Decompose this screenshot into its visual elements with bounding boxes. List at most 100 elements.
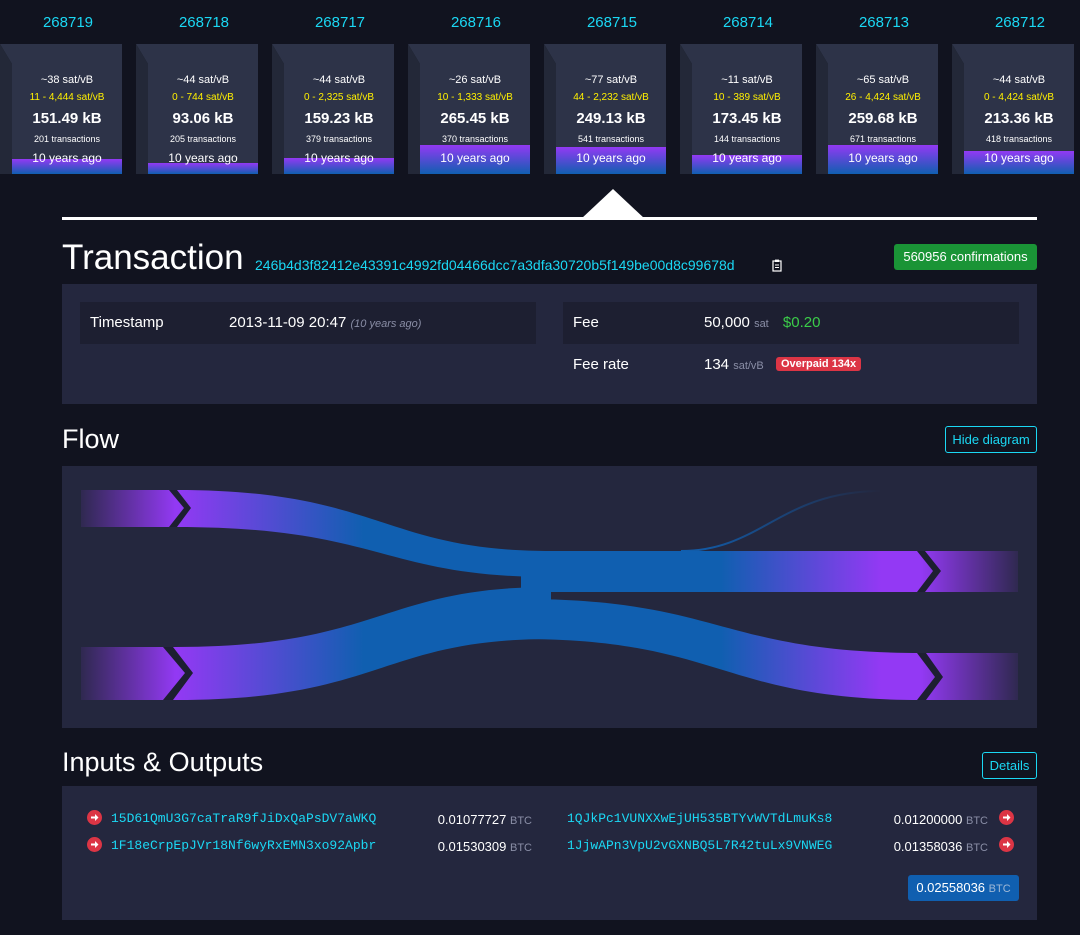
block-front-face: ~38 sat/vB 11 - 4,444 sat/vB 151.49 kB 201 …	[12, 64, 122, 174]
output-1-arrow-icon[interactable]	[999, 810, 1014, 825]
input-2-value: 0.01530309	[437, 839, 507, 854]
block-side-face	[0, 44, 12, 174]
page-title: Transaction	[62, 238, 244, 277]
output-2-unit: BTC	[966, 842, 988, 854]
flow-input-2-link[interactable]	[176, 587, 551, 700]
block-size: 249.13 kB	[576, 110, 646, 127]
block-height[interactable]: 268718	[136, 14, 272, 31]
block-cube[interactable]: ~11 sat/vB 10 - 389 sat/vB 173.45 kB 144 tr…	[680, 44, 802, 174]
flow-input-2[interactable]	[81, 647, 176, 700]
block-top-face	[408, 44, 530, 64]
block-time-ago: 10 years ago	[32, 151, 102, 165]
block-cube[interactable]: ~65 sat/vB 26 - 4,424 sat/vB 259.68 kB 671 …	[816, 44, 938, 174]
block-top-face	[0, 44, 122, 64]
input-1-unit: BTC	[510, 815, 532, 827]
block-height[interactable]: 268713	[816, 14, 952, 31]
block-side-face	[272, 44, 284, 174]
details-button[interactable]: Details	[982, 752, 1037, 779]
total-output-badge: 0.02558036 BTC	[908, 875, 1019, 901]
block-height[interactable]: 268712	[952, 14, 1080, 31]
timestamp-relative: (10 years ago)	[350, 318, 422, 330]
input-2-arrow-icon[interactable]	[87, 837, 102, 852]
flow-output-2-link[interactable]	[521, 599, 921, 700]
block-top-face	[272, 44, 394, 64]
flow-input-1-link[interactable]	[176, 490, 551, 577]
fee-unit: sat	[754, 318, 769, 330]
block-cube[interactable]: ~77 sat/vB 44 - 2,232 sat/vB 249.13 kB 541 …	[544, 44, 666, 174]
input-1-arrow-icon[interactable]	[87, 810, 102, 825]
fee-row: Fee 50,000 sat $0.20	[563, 302, 1019, 344]
block-fee-range: 10 - 1,333 sat/vB	[437, 92, 513, 103]
block-median-fee: ~11 sat/vB	[721, 74, 773, 86]
output-2-arrow-icon[interactable]	[999, 837, 1014, 852]
output-1-amount: 0.01200000 BTC	[836, 812, 988, 827]
block-median-fee: ~38 sat/vB	[40, 74, 94, 86]
block-front-face: ~65 sat/vB 26 - 4,424 sat/vB 259.68 kB 671 …	[828, 64, 938, 174]
block-size: 265.45 kB	[440, 110, 510, 127]
block-top-face	[816, 44, 938, 64]
output-2-address[interactable]: 1JjwAPn3VpU2vGXNBQ5L7R42tuLx9VNWEG	[567, 838, 832, 853]
io-title: Inputs & Outputs	[62, 747, 264, 777]
block-fee-range: 11 - 4,444 sat/vB	[29, 92, 105, 103]
block-cube[interactable]: ~38 sat/vB 11 - 4,444 sat/vB 151.49 kB 201 …	[0, 44, 122, 174]
confirmations-badge: 560956 confirmations	[894, 244, 1037, 270]
block-side-face	[680, 44, 692, 174]
blocks-divider	[62, 217, 1037, 220]
block-height[interactable]: 268717	[272, 14, 408, 31]
block-6[interactable]: 268713 ~65 sat/vB 26 - 4,424 sat/vB 259.68 …	[816, 0, 952, 180]
block-time-ago: 10 years ago	[712, 151, 782, 165]
timestamp-row: Timestamp 2013-11-09 20:47 (10 years ago…	[80, 302, 536, 344]
block-side-face	[136, 44, 148, 174]
block-4[interactable]: 268715 ~77 sat/vB 44 - 2,232 sat/vB 249.13 …	[544, 0, 680, 180]
block-height[interactable]: 268715	[544, 14, 680, 31]
block-3[interactable]: 268716 ~26 sat/vB 10 - 1,333 sat/vB 265.45 …	[408, 0, 544, 180]
block-tx-count: 541 transactions	[577, 134, 645, 144]
block-top-face	[680, 44, 802, 64]
block-top-face	[952, 44, 1074, 64]
transaction-id-link[interactable]: 246b4d3f82412e43391c4992fd04466dcc7a3dfa…	[255, 257, 735, 273]
selected-block-arrow-icon	[581, 189, 645, 219]
block-fee-range: 10 - 389 sat/vB	[713, 92, 781, 103]
fee-rate-value: 134 sat/vB Overpaid 134x	[704, 356, 862, 373]
block-size: 93.06 kB	[172, 110, 234, 127]
fee-amount: 50,000	[704, 314, 750, 331]
block-5[interactable]: 268714 ~11 sat/vB 10 - 389 sat/vB 173.45 kB…	[680, 0, 816, 180]
input-2-address[interactable]: 1F18eCrpEpJVr18Nf6wyRxEMN3xo92Apbr	[111, 838, 376, 853]
timestamp-label: Timestamp	[90, 314, 164, 331]
fee-label: Fee	[573, 314, 599, 331]
block-top-face	[136, 44, 258, 64]
block-0[interactable]: 268719 ~38 sat/vB 11 - 4,444 sat/vB 151.49 …	[0, 0, 136, 180]
block-time-ago: 10 years ago	[576, 151, 646, 165]
block-median-fee: ~44 sat/vB	[992, 74, 1046, 86]
output-2-amount: 0.01358036 BTC	[836, 839, 988, 854]
block-front-face: ~44 sat/vB 0 - 744 sat/vB 93.06 kB 205 tran…	[148, 64, 258, 174]
block-2[interactable]: 268717 ~44 sat/vB 0 - 2,325 sat/vB 159.23 k…	[272, 0, 408, 180]
flow-output-1-link[interactable]	[521, 551, 921, 592]
block-cube[interactable]: ~44 sat/vB 0 - 4,424 sat/vB 213.36 kB 418 t…	[952, 44, 1074, 174]
block-cube[interactable]: ~44 sat/vB 0 - 2,325 sat/vB 159.23 kB 379 t…	[272, 44, 394, 174]
output-1-value: 0.01200000	[893, 812, 963, 827]
block-time-ago: 10 years ago	[848, 151, 918, 165]
block-1[interactable]: 268718 ~44 sat/vB 0 - 744 sat/vB 93.06 kB 20…	[136, 0, 272, 180]
block-height[interactable]: 268714	[680, 14, 816, 31]
block-size: 213.36 kB	[984, 110, 1054, 127]
fee-rate-row: Fee rate 134 sat/vB Overpaid 134x	[563, 344, 1019, 386]
block-time-ago: 10 years ago	[984, 151, 1054, 165]
block-height[interactable]: 268719	[0, 14, 136, 31]
flow-input-1[interactable]	[81, 490, 176, 527]
output-1-unit: BTC	[966, 815, 988, 827]
block-7[interactable]: 268712 ~44 sat/vB 0 - 4,424 sat/vB 213.36 k…	[952, 0, 1080, 180]
output-2-value: 0.01358036	[893, 839, 963, 854]
input-1-address[interactable]: 15D61QmU3G7caTraR9fJiDxQaPsDV7aWKQ	[111, 811, 376, 826]
fee-rate-label: Fee rate	[573, 356, 629, 373]
block-cube[interactable]: ~44 sat/vB 0 - 744 sat/vB 93.06 kB 205 tran…	[136, 44, 258, 174]
hide-diagram-button[interactable]: Hide diagram	[945, 426, 1037, 453]
block-time-ago: 10 years ago	[304, 151, 374, 165]
block-fee-range: 0 - 744 sat/vB	[172, 92, 234, 103]
copy-icon[interactable]	[772, 259, 784, 272]
block-cube[interactable]: ~26 sat/vB 10 - 1,333 sat/vB 265.45 kB 370 …	[408, 44, 530, 174]
output-1-address[interactable]: 1QJkPc1VUNXXwEjUH535BTYvWVTdLmuKs8	[567, 811, 832, 826]
block-height[interactable]: 268716	[408, 14, 544, 31]
block-front-face: ~44 sat/vB 0 - 4,424 sat/vB 213.36 kB 418 t…	[964, 64, 1074, 174]
block-tx-count: 205 transactions	[169, 134, 237, 144]
